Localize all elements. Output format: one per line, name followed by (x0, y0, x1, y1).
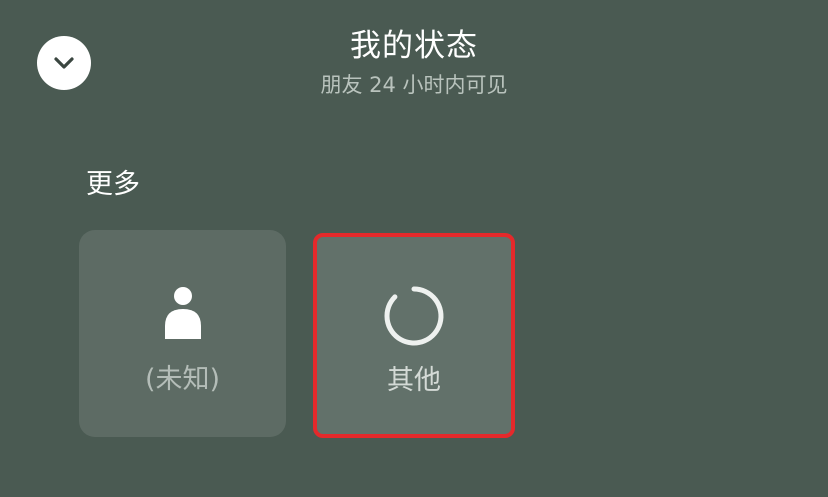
page-subtitle: 朋友 24 小时内可见 (320, 73, 508, 97)
status-option-unknown[interactable]: (未知) (79, 230, 286, 437)
status-option-label: 其他 (387, 365, 441, 396)
status-option-other[interactable]: 其他 (313, 233, 515, 438)
circle-loading-icon (384, 286, 444, 346)
page-header: 我的状态 朋友 24 小时内可见 (0, 24, 828, 100)
section-label-more: 更多 (86, 169, 140, 200)
page-title: 我的状态 (350, 28, 478, 64)
person-icon (164, 287, 201, 339)
status-option-label: (未知) (144, 364, 221, 395)
